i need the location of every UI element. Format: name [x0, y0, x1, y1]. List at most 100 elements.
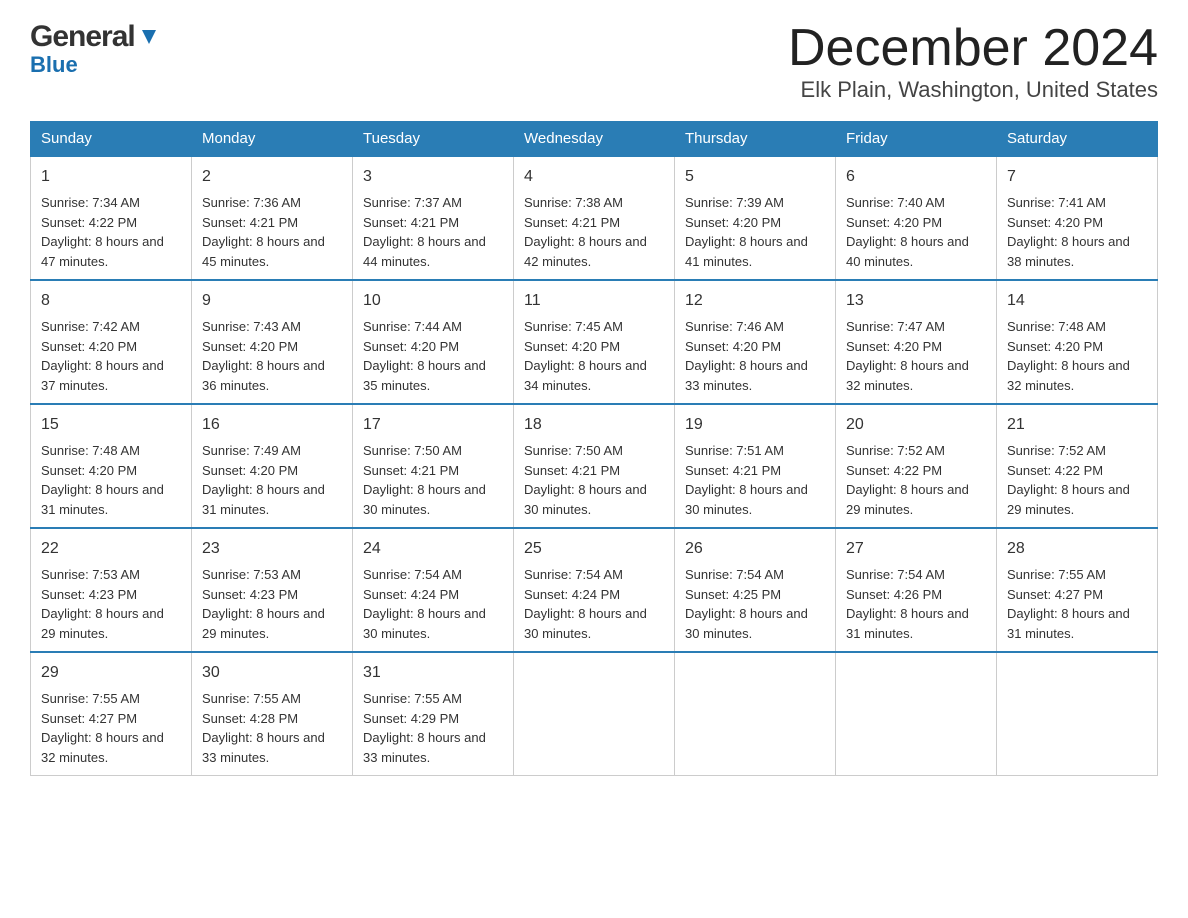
day-info: Sunrise: 7:46 AM Sunset: 4:20 PM Dayligh… — [685, 317, 825, 395]
day-info: Sunrise: 7:54 AM Sunset: 4:24 PM Dayligh… — [524, 565, 664, 643]
month-title: December 2024 — [788, 20, 1158, 77]
day-number: 18 — [524, 413, 664, 437]
sunset-label: Sunset: 4:24 PM — [524, 587, 620, 602]
daylight-label: Daylight: 8 hours and 33 minutes. — [363, 730, 486, 765]
daylight-label: Daylight: 8 hours and 34 minutes. — [524, 358, 647, 393]
calendar-week-row: 8 Sunrise: 7:42 AM Sunset: 4:20 PM Dayli… — [31, 280, 1158, 404]
day-number: 30 — [202, 661, 342, 685]
daylight-label: Daylight: 8 hours and 32 minutes. — [846, 358, 969, 393]
daylight-label: Daylight: 8 hours and 47 minutes. — [41, 234, 164, 269]
daylight-label: Daylight: 8 hours and 30 minutes. — [685, 606, 808, 641]
sunrise-label: Sunrise: 7:37 AM — [363, 195, 462, 210]
daylight-label: Daylight: 8 hours and 30 minutes. — [524, 482, 647, 517]
day-number: 11 — [524, 289, 664, 313]
daylight-label: Daylight: 8 hours and 40 minutes. — [846, 234, 969, 269]
daylight-label: Daylight: 8 hours and 31 minutes. — [202, 482, 325, 517]
day-number: 25 — [524, 537, 664, 561]
sunrise-label: Sunrise: 7:54 AM — [524, 567, 623, 582]
sunset-label: Sunset: 4:22 PM — [1007, 463, 1103, 478]
calendar-cell: 15 Sunrise: 7:48 AM Sunset: 4:20 PM Dayl… — [31, 404, 192, 528]
calendar-week-row: 22 Sunrise: 7:53 AM Sunset: 4:23 PM Dayl… — [31, 528, 1158, 652]
day-info: Sunrise: 7:36 AM Sunset: 4:21 PM Dayligh… — [202, 193, 342, 271]
day-info: Sunrise: 7:54 AM Sunset: 4:24 PM Dayligh… — [363, 565, 503, 643]
logo-general-text: General — [30, 20, 135, 54]
calendar-cell: 10 Sunrise: 7:44 AM Sunset: 4:20 PM Dayl… — [353, 280, 514, 404]
sunrise-label: Sunrise: 7:55 AM — [363, 691, 462, 706]
day-number: 4 — [524, 165, 664, 189]
day-info: Sunrise: 7:38 AM Sunset: 4:21 PM Dayligh… — [524, 193, 664, 271]
day-number: 13 — [846, 289, 986, 313]
day-info: Sunrise: 7:55 AM Sunset: 4:28 PM Dayligh… — [202, 689, 342, 767]
sunset-label: Sunset: 4:21 PM — [363, 463, 459, 478]
sunrise-label: Sunrise: 7:54 AM — [685, 567, 784, 582]
daylight-label: Daylight: 8 hours and 45 minutes. — [202, 234, 325, 269]
day-info: Sunrise: 7:52 AM Sunset: 4:22 PM Dayligh… — [1007, 441, 1147, 519]
sunset-label: Sunset: 4:21 PM — [363, 215, 459, 230]
daylight-label: Daylight: 8 hours and 33 minutes. — [685, 358, 808, 393]
sunrise-label: Sunrise: 7:44 AM — [363, 319, 462, 334]
calendar-cell: 17 Sunrise: 7:50 AM Sunset: 4:21 PM Dayl… — [353, 404, 514, 528]
day-number: 7 — [1007, 165, 1147, 189]
day-info: Sunrise: 7:52 AM Sunset: 4:22 PM Dayligh… — [846, 441, 986, 519]
daylight-label: Daylight: 8 hours and 41 minutes. — [685, 234, 808, 269]
day-info: Sunrise: 7:48 AM Sunset: 4:20 PM Dayligh… — [41, 441, 181, 519]
sunrise-label: Sunrise: 7:54 AM — [846, 567, 945, 582]
calendar-cell: 7 Sunrise: 7:41 AM Sunset: 4:20 PM Dayli… — [997, 156, 1158, 280]
sunrise-label: Sunrise: 7:49 AM — [202, 443, 301, 458]
sunset-label: Sunset: 4:20 PM — [41, 339, 137, 354]
day-info: Sunrise: 7:39 AM Sunset: 4:20 PM Dayligh… — [685, 193, 825, 271]
calendar-cell: 28 Sunrise: 7:55 AM Sunset: 4:27 PM Dayl… — [997, 528, 1158, 652]
calendar-week-row: 29 Sunrise: 7:55 AM Sunset: 4:27 PM Dayl… — [31, 652, 1158, 776]
calendar-cell: 22 Sunrise: 7:53 AM Sunset: 4:23 PM Dayl… — [31, 528, 192, 652]
sunrise-label: Sunrise: 7:55 AM — [202, 691, 301, 706]
calendar-cell: 5 Sunrise: 7:39 AM Sunset: 4:20 PM Dayli… — [675, 156, 836, 280]
daylight-label: Daylight: 8 hours and 37 minutes. — [41, 358, 164, 393]
day-info: Sunrise: 7:41 AM Sunset: 4:20 PM Dayligh… — [1007, 193, 1147, 271]
sunrise-label: Sunrise: 7:55 AM — [1007, 567, 1106, 582]
daylight-label: Daylight: 8 hours and 32 minutes. — [41, 730, 164, 765]
calendar-cell: 4 Sunrise: 7:38 AM Sunset: 4:21 PM Dayli… — [514, 156, 675, 280]
day-number: 15 — [41, 413, 181, 437]
day-number: 3 — [363, 165, 503, 189]
sunset-label: Sunset: 4:28 PM — [202, 711, 298, 726]
sunrise-label: Sunrise: 7:53 AM — [41, 567, 140, 582]
calendar-cell: 9 Sunrise: 7:43 AM Sunset: 4:20 PM Dayli… — [192, 280, 353, 404]
day-number: 16 — [202, 413, 342, 437]
calendar-cell: 6 Sunrise: 7:40 AM Sunset: 4:20 PM Dayli… — [836, 156, 997, 280]
day-number: 17 — [363, 413, 503, 437]
sunrise-label: Sunrise: 7:48 AM — [1007, 319, 1106, 334]
day-number: 19 — [685, 413, 825, 437]
day-info: Sunrise: 7:48 AM Sunset: 4:20 PM Dayligh… — [1007, 317, 1147, 395]
title-block: December 2024 Elk Plain, Washington, Uni… — [788, 20, 1158, 103]
logo-blue-text: Blue — [30, 52, 78, 78]
sunset-label: Sunset: 4:21 PM — [524, 463, 620, 478]
sunset-label: Sunset: 4:21 PM — [202, 215, 298, 230]
day-number: 26 — [685, 537, 825, 561]
day-number: 24 — [363, 537, 503, 561]
calendar-header-sunday: Sunday — [31, 122, 192, 157]
logo-arrow-icon — [138, 26, 160, 53]
calendar-cell: 13 Sunrise: 7:47 AM Sunset: 4:20 PM Dayl… — [836, 280, 997, 404]
calendar-week-row: 1 Sunrise: 7:34 AM Sunset: 4:22 PM Dayli… — [31, 156, 1158, 280]
day-number: 29 — [41, 661, 181, 685]
daylight-label: Daylight: 8 hours and 44 minutes. — [363, 234, 486, 269]
day-info: Sunrise: 7:51 AM Sunset: 4:21 PM Dayligh… — [685, 441, 825, 519]
sunset-label: Sunset: 4:21 PM — [685, 463, 781, 478]
sunset-label: Sunset: 4:27 PM — [41, 711, 137, 726]
calendar-cell: 3 Sunrise: 7:37 AM Sunset: 4:21 PM Dayli… — [353, 156, 514, 280]
day-info: Sunrise: 7:47 AM Sunset: 4:20 PM Dayligh… — [846, 317, 986, 395]
daylight-label: Daylight: 8 hours and 30 minutes. — [685, 482, 808, 517]
sunset-label: Sunset: 4:26 PM — [846, 587, 942, 602]
day-number: 1 — [41, 165, 181, 189]
sunset-label: Sunset: 4:20 PM — [524, 339, 620, 354]
sunrise-label: Sunrise: 7:42 AM — [41, 319, 140, 334]
sunset-label: Sunset: 4:20 PM — [202, 339, 298, 354]
calendar-cell: 8 Sunrise: 7:42 AM Sunset: 4:20 PM Dayli… — [31, 280, 192, 404]
sunrise-label: Sunrise: 7:55 AM — [41, 691, 140, 706]
sunrise-label: Sunrise: 7:53 AM — [202, 567, 301, 582]
calendar-cell — [675, 652, 836, 776]
logo: General Blue — [30, 20, 160, 78]
daylight-label: Daylight: 8 hours and 33 minutes. — [202, 730, 325, 765]
daylight-label: Daylight: 8 hours and 31 minutes. — [1007, 606, 1130, 641]
calendar-cell: 26 Sunrise: 7:54 AM Sunset: 4:25 PM Dayl… — [675, 528, 836, 652]
